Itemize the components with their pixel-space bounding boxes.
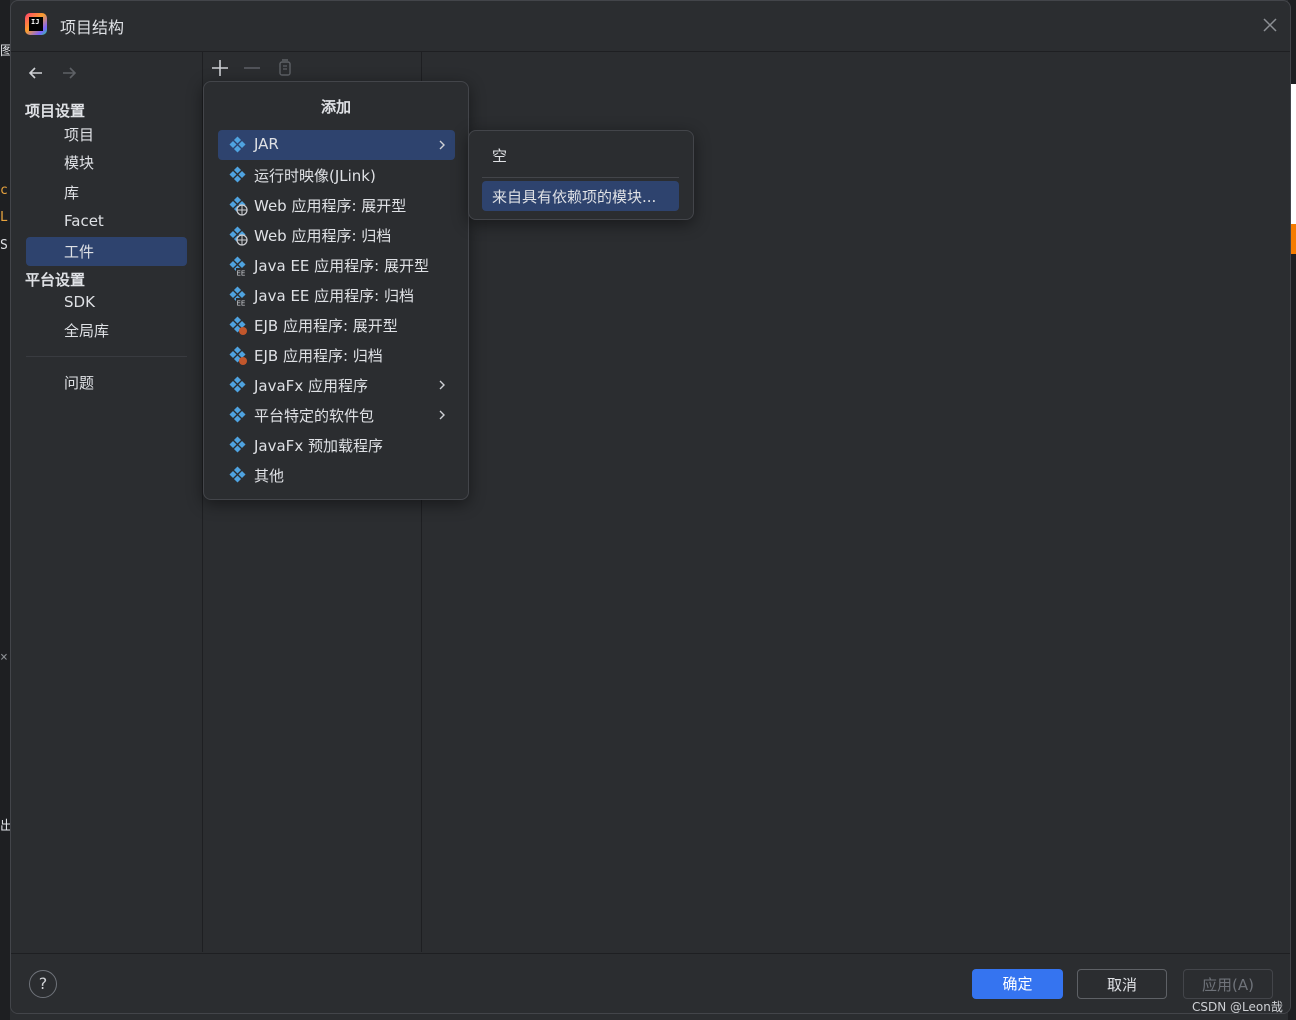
nav-item-label: 模块	[64, 154, 95, 172]
bg-fragment: L	[0, 210, 8, 225]
titlebar: IJ 项目结构	[11, 1, 1290, 52]
nav-item-sdk[interactable]: SDK	[26, 289, 187, 318]
artifact-icon	[228, 406, 248, 426]
menu-item-5[interactable]: EE Java EE 应用程序: 归档	[218, 280, 455, 310]
watermark: CSDN @Leon哉	[1192, 1000, 1283, 1014]
svg-text:EE: EE	[237, 270, 246, 277]
nav-item-label: 库	[64, 184, 80, 202]
menu-item-9[interactable]: 平台特定的软件包	[218, 400, 455, 430]
nav-item-artifacts[interactable]: 工件	[26, 237, 187, 266]
arrow-right-icon[interactable]	[58, 62, 80, 84]
copy-icon[interactable]	[273, 56, 297, 80]
menu-item-3[interactable]: Web 应用程序: 归档	[218, 220, 455, 250]
section-platform-settings: 平台设置	[25, 271, 86, 289]
menu-item-label: JAR	[254, 135, 279, 153]
dialog-title: 项目结构	[60, 18, 125, 37]
menu-item-8[interactable]: JavaFx 应用程序	[218, 370, 455, 400]
nav-item-modules[interactable]: 模块	[26, 148, 187, 177]
nav-item-label: 问题	[64, 374, 95, 392]
menu-item-label: JavaFx 预加载程序	[254, 437, 383, 455]
submenu-divider	[482, 177, 679, 178]
chevron-right-icon	[435, 136, 449, 154]
nav-item-label: 全局库	[64, 322, 110, 340]
submenu-item-label: 空	[492, 147, 508, 165]
intellij-idea-icon: IJ	[25, 13, 47, 35]
artifact-icon	[228, 376, 248, 396]
menu-item-label: 其他	[254, 467, 285, 485]
menu-item-label: 平台特定的软件包	[254, 407, 375, 425]
bg-fragment: c	[0, 183, 8, 198]
submenu-item-from-modules[interactable]: 来自具有依赖项的模块...	[482, 181, 679, 211]
ejb-artifact-icon	[228, 346, 248, 366]
nav-item-problems[interactable]: 问题	[26, 368, 187, 397]
chevron-right-icon	[435, 376, 449, 394]
popup-title: 添加	[320, 98, 351, 116]
plus-icon[interactable]	[208, 56, 232, 80]
settings-nav: 项目设置 项目 模块 库 Facet 工件 平台设置 SDK 全局库 问题	[11, 52, 203, 952]
menu-item-label: Java EE 应用程序: 展开型	[254, 257, 429, 275]
web-artifact-icon	[228, 226, 248, 246]
artifact-icon	[228, 166, 248, 186]
nav-item-label: SDK	[64, 293, 95, 311]
nav-item-project[interactable]: 项目	[26, 120, 187, 149]
menu-item-label: 运行时映像(JLink)	[254, 167, 376, 185]
close-icon[interactable]	[1258, 13, 1282, 37]
menu-item-2[interactable]: Web 应用程序: 展开型	[218, 190, 455, 220]
menu-item-label: Web 应用程序: 展开型	[254, 197, 407, 215]
ok-button[interactable]: 确定	[972, 969, 1063, 999]
apply-button[interactable]: 应用(A)	[1183, 969, 1273, 999]
javaee-artifact-icon: EE	[228, 286, 248, 308]
menu-item-11[interactable]: 其他	[218, 460, 455, 490]
submenu-item-empty[interactable]: 空	[482, 140, 679, 170]
jar-submenu: 空 来自具有依赖项的模块...	[468, 130, 694, 220]
artifact-icon	[228, 436, 248, 456]
menu-item-label: EJB 应用程序: 归档	[254, 347, 383, 365]
dialog-footer: ? 确定 取消 应用(A) CSDN @Leon哉	[11, 953, 1290, 1014]
nav-divider	[26, 356, 187, 357]
minus-icon[interactable]	[240, 56, 264, 80]
menu-item-label: Web 应用程序: 归档	[254, 227, 392, 245]
svg-text:EE: EE	[237, 300, 246, 307]
arrow-left-icon[interactable]	[25, 62, 47, 84]
javaee-artifact-icon: EE	[228, 256, 248, 278]
background-editor-left: 图 c L S × 出	[0, 0, 13, 1020]
nav-item-global-libraries[interactable]: 全局库	[26, 316, 187, 345]
nav-item-libraries[interactable]: 库	[26, 178, 187, 207]
add-artifact-popup: 添加 JAR 运行时映像(JLink) Web 应用程序: 展开型 Web 应用…	[203, 81, 469, 500]
help-button[interactable]: ?	[29, 970, 57, 998]
section-project-settings: 项目设置	[25, 102, 86, 120]
cancel-button[interactable]: 取消	[1077, 969, 1167, 999]
menu-item-7[interactable]: EJB 应用程序: 归档	[218, 340, 455, 370]
menu-item-label: JavaFx 应用程序	[254, 377, 368, 395]
menu-item-0[interactable]: JAR	[218, 130, 455, 160]
bg-fragment: S	[0, 238, 8, 253]
nav-item-label: Facet	[64, 212, 104, 230]
menu-item-6[interactable]: EJB 应用程序: 展开型	[218, 310, 455, 340]
submenu-item-label: 来自具有依赖项的模块...	[492, 188, 657, 206]
nav-item-label: 项目	[64, 126, 95, 144]
menu-item-1[interactable]: 运行时映像(JLink)	[218, 160, 455, 190]
chevron-right-icon	[435, 406, 449, 424]
artifact-icon	[228, 466, 248, 486]
web-artifact-icon	[228, 196, 248, 216]
nav-item-label: 工件	[64, 243, 95, 261]
menu-item-10[interactable]: JavaFx 预加载程序	[218, 430, 455, 460]
menu-item-label: Java EE 应用程序: 归档	[254, 287, 414, 305]
ejb-artifact-icon	[228, 316, 248, 336]
artifact-icon	[228, 136, 248, 156]
menu-item-label: EJB 应用程序: 展开型	[254, 317, 398, 335]
nav-item-facets[interactable]: Facet	[26, 208, 187, 237]
menu-item-4[interactable]: EE Java EE 应用程序: 展开型	[218, 250, 455, 280]
bg-fragment: ×	[0, 650, 8, 665]
